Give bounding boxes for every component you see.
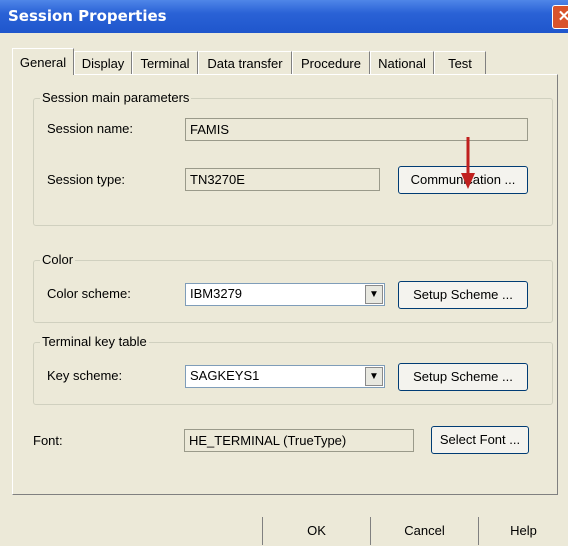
group-title: Terminal key table	[40, 334, 149, 349]
chevron-down-icon[interactable]: ▼	[365, 285, 383, 304]
close-button[interactable]: ✕	[552, 5, 568, 29]
dialog-body: General Display Terminal Data transfer P…	[0, 33, 568, 546]
color-scheme-select[interactable]: IBM3279 ▼	[185, 283, 385, 306]
tab-general[interactable]: General	[12, 48, 74, 75]
help-button[interactable]: Help	[478, 517, 568, 545]
cancel-button[interactable]: Cancel	[370, 517, 478, 545]
tab-display[interactable]: Display	[74, 51, 132, 74]
dialog-button-bar: OK Cancel Help	[0, 513, 568, 546]
ok-button[interactable]: OK	[262, 517, 370, 545]
group-title: Color	[40, 252, 76, 267]
key-scheme-label: Key scheme:	[47, 368, 123, 383]
tab-national[interactable]: National	[370, 51, 434, 74]
group-title: Session main parameters	[40, 90, 192, 105]
terminal-key-table-group: Terminal key table Key scheme: SAGKEYS1 …	[33, 334, 553, 405]
red-down-arrow-icon	[461, 137, 475, 189]
window-title: Session Properties	[8, 7, 167, 25]
key-scheme-value: SAGKEYS1	[190, 368, 260, 383]
title-bar: Session Properties ✕	[0, 0, 568, 33]
font-field: HE_TERMINAL (TrueType)	[184, 429, 414, 452]
select-font-button[interactable]: Select Font ...	[431, 426, 529, 454]
tab-test[interactable]: Test	[434, 51, 486, 74]
key-scheme-select[interactable]: SAGKEYS1 ▼	[185, 365, 385, 388]
key-setup-scheme-button[interactable]: Setup Scheme ...	[398, 363, 528, 391]
tab-procedure[interactable]: Procedure	[292, 51, 370, 74]
color-scheme-value: IBM3279	[190, 286, 243, 301]
color-setup-scheme-button[interactable]: Setup Scheme ...	[398, 281, 528, 309]
font-label: Font:	[33, 433, 63, 448]
close-icon: ✕	[557, 8, 568, 25]
session-name-label: Session name:	[47, 121, 133, 136]
chevron-down-icon[interactable]: ▼	[365, 367, 383, 386]
tab-terminal[interactable]: Terminal	[132, 51, 198, 74]
session-type-field: TN3270E	[185, 168, 380, 191]
color-scheme-label: Color scheme:	[47, 286, 131, 301]
session-type-label: Session type:	[47, 172, 126, 187]
color-group: Color Color scheme: IBM3279 ▼ Setup Sche…	[33, 252, 553, 323]
tab-data-transfer[interactable]: Data transfer	[198, 51, 292, 74]
general-tab-panel: Session main parameters Session name: FA…	[12, 74, 558, 495]
